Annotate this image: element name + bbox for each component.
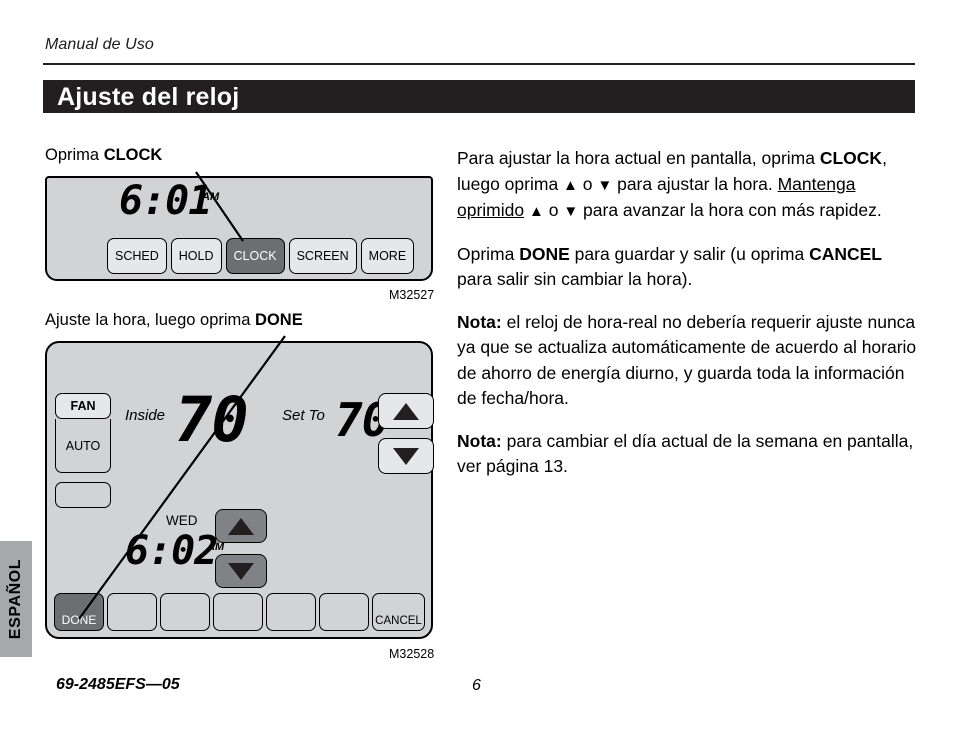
blank-softkey[interactable]	[55, 482, 111, 508]
note-real-time-clock: Nota: el reloj de hora-real no debería r…	[457, 310, 917, 412]
thermostat-figure-2: FAN AUTO Inside 70 Set To 70 WED 6:02 AM…	[45, 341, 434, 639]
fan-button[interactable]: FAN	[55, 393, 111, 419]
note-body-1: el reloj de hora-real no debería requeri…	[457, 311, 917, 409]
softkey-more[interactable]: MORE	[360, 238, 415, 274]
clock-up-button[interactable]	[215, 509, 267, 543]
p1-text-4: para ajustar la hora.	[612, 173, 778, 194]
note-label-2: Nota:	[457, 430, 502, 451]
note-label-1: Nota:	[457, 311, 502, 332]
up-arrow-icon	[228, 517, 254, 535]
p2-bold-done: DONE	[519, 243, 570, 264]
p2-text-3: para salir sin cambiar la hora).	[457, 269, 693, 289]
up-arrow-icon: ▲	[563, 176, 578, 194]
footer-document-code: 69-2485EFS—05	[56, 676, 180, 693]
set-to-temp-label: Set To	[282, 407, 325, 424]
softkey-blank-1[interactable]	[107, 593, 157, 631]
down-arrow-icon	[393, 447, 419, 465]
figure-2-id: M32528	[389, 647, 435, 661]
softkey-cancel[interactable]: CANCEL	[372, 593, 425, 631]
softkey-blank-2[interactable]	[160, 593, 210, 631]
p1-text-3: o	[577, 173, 598, 194]
figure-1-caption-emphasis: CLOCK	[103, 146, 163, 164]
p1-text-7: para avanzar la hora con más rapidez.	[578, 200, 882, 220]
thermostat-2-clock-time: 6:02	[125, 528, 218, 574]
p1-text-1: Para ajustar la hora actual en pantalla,…	[457, 148, 820, 168]
thermostat-1-clock-ampm: AM	[202, 191, 220, 203]
temperature-up-button[interactable]	[378, 393, 434, 429]
body-text-column: Para ajustar la hora actual en pantalla,…	[457, 146, 917, 497]
figure-2-caption-emphasis: DONE	[255, 311, 303, 329]
p2-bold-cancel: CANCEL	[809, 243, 882, 264]
softkey-hold[interactable]: HOLD	[170, 238, 222, 274]
p2-text-1: Oprima	[457, 243, 520, 264]
thermostat-1-clock-time: 6:01	[119, 178, 212, 224]
figure-2-caption-text: Ajuste la hora, luego oprima	[45, 311, 256, 329]
paragraph-save-exit: Oprima DONE para guardar y salir (u opri…	[457, 242, 917, 293]
softkey-clock[interactable]: CLOCK	[225, 238, 285, 274]
temperature-down-button[interactable]	[378, 438, 434, 474]
thermostat-1-softkey-row: SCHED HOLD CLOCK SCREEN MORE	[107, 238, 415, 274]
language-tab-label: ESPAÑOL	[7, 558, 24, 640]
thermostat-figure-1: 6:01 AM SCHED HOLD CLOCK SCREEN MORE	[45, 176, 433, 281]
figure-1-caption-text: Oprima	[45, 146, 104, 164]
softkey-screen[interactable]: SCREEN	[288, 238, 357, 274]
up-arrow-icon: ▲	[529, 203, 544, 220]
softkey-done[interactable]: DONE	[54, 593, 104, 631]
page-title: Ajuste del reloj	[57, 83, 240, 111]
softkey-blank-3[interactable]	[213, 593, 263, 631]
clock-day-label: WED	[166, 513, 198, 528]
fan-auto-indicator[interactable]: AUTO	[55, 419, 111, 473]
fan-control-group: FAN AUTO	[55, 393, 111, 508]
inside-temp-value: 70	[175, 383, 249, 456]
header-divider	[43, 63, 915, 65]
running-head: Manual de Uso	[45, 36, 154, 53]
p2-text-2: para guardar y salir (u oprima	[569, 243, 810, 264]
figure-2-caption: Ajuste la hora, luego oprima DONE	[45, 311, 303, 330]
p1-bold-clock: CLOCK	[819, 148, 883, 168]
p1-text-6: o	[543, 200, 564, 220]
figure-1-id: M32527	[389, 288, 435, 302]
down-arrow-icon: ▼	[563, 203, 579, 220]
section-title-bar: Ajuste del reloj	[43, 80, 915, 113]
down-arrow-icon	[228, 562, 254, 580]
clock-down-button[interactable]	[215, 554, 267, 588]
softkey-sched[interactable]: SCHED	[107, 238, 167, 274]
footer-page-number: 6	[472, 677, 481, 694]
down-arrow-icon: ▼	[597, 176, 613, 194]
note-change-day: Nota: para cambiar el día actual de la s…	[457, 429, 917, 480]
thermostat-2-softkey-row: DONE CANCEL	[54, 593, 425, 631]
up-arrow-icon	[393, 402, 419, 420]
note-body-2: para cambiar el día actual de la semana …	[457, 430, 914, 477]
inside-temp-label: Inside	[125, 407, 166, 424]
paragraph-adjust-time: Para ajustar la hora actual en pantalla,…	[457, 146, 917, 225]
figure-1-caption: Oprima CLOCK	[45, 146, 162, 165]
softkey-blank-4[interactable]	[266, 593, 316, 631]
softkey-blank-5[interactable]	[319, 593, 369, 631]
language-tab-espanol: ESPAÑOL	[0, 541, 32, 657]
